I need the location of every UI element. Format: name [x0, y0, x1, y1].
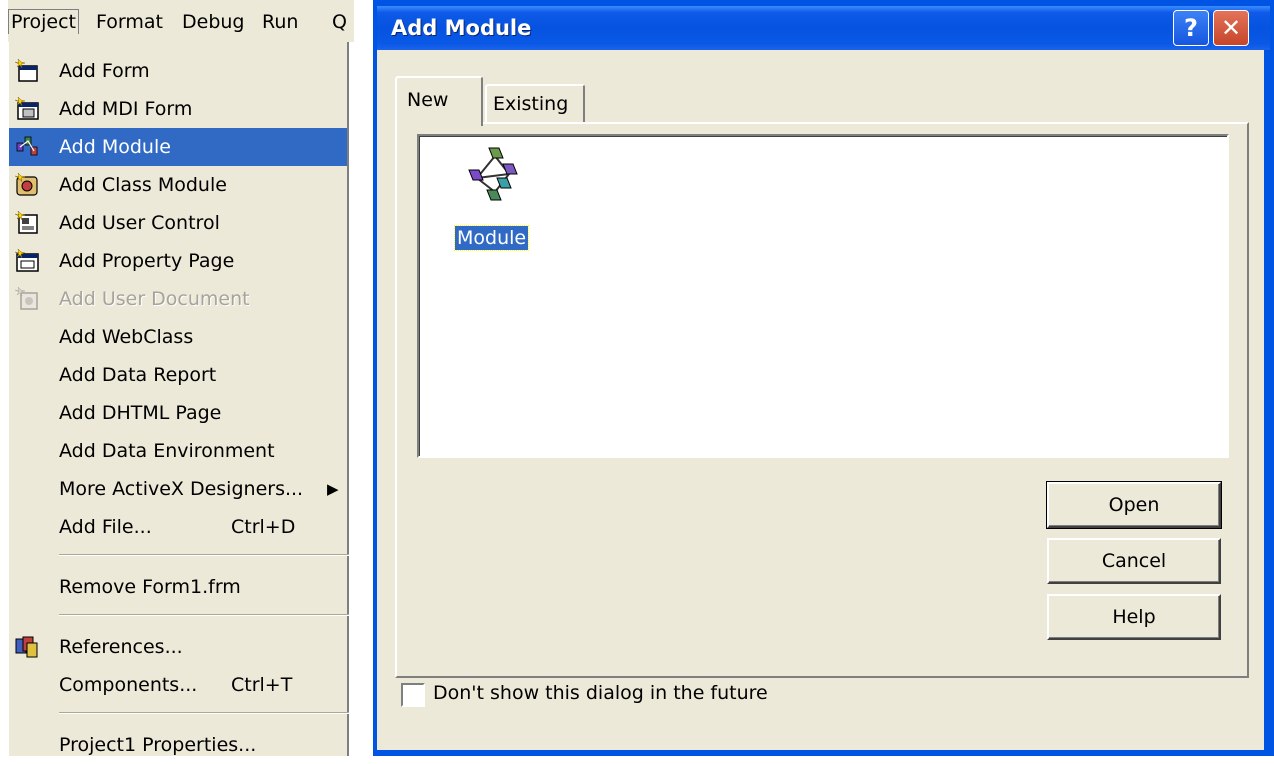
menu-separator — [59, 712, 349, 714]
menu-item-label: Add MDI Form — [59, 98, 193, 120]
tab-new[interactable]: New — [395, 76, 483, 126]
dont-show-checkbox-label[interactable]: Don't show this dialog in the future — [433, 681, 768, 705]
menu-item-label: Add User Control — [59, 212, 220, 234]
menu-item-label: Add Data Environment — [59, 440, 275, 462]
menu-item-label: Add Property Page — [59, 250, 235, 272]
references-icon — [15, 636, 38, 658]
list-item-label: Module — [453, 225, 530, 251]
dialog-titlebar[interactable]: Add Module ? ✕ — [377, 6, 1270, 50]
property-page-icon — [14, 248, 39, 272]
tab-label: Existing — [493, 93, 569, 115]
menu-q[interactable]: Q — [332, 10, 347, 34]
menu-item-label: Add User Document — [59, 288, 250, 310]
menu-item-add-webclass[interactable]: Add WebClass — [9, 318, 347, 356]
tab-existing[interactable]: Existing — [485, 84, 585, 124]
button-label: Help — [1112, 606, 1156, 628]
menu-item-label: More ActiveX Designers... — [59, 478, 304, 500]
menu-item-label: Add File... — [59, 516, 152, 538]
button-label: Open — [1108, 494, 1160, 516]
menu-item-label: Components... — [59, 674, 198, 696]
menu-item-add-data-environment[interactable]: Add Data Environment — [9, 432, 347, 470]
menu-item-project-properties[interactable]: Project1 Properties... — [9, 726, 347, 764]
menu-project[interactable]: Project — [8, 9, 80, 34]
tab-label: New — [407, 89, 449, 111]
menu-item-add-class-module[interactable]: Add Class Module — [9, 166, 347, 204]
menu-item-label: References... — [59, 636, 183, 658]
menu-item-add-module[interactable]: Add Module — [9, 128, 347, 166]
user-document-icon — [14, 286, 38, 310]
menu-item-add-user-document: Add User Document — [9, 280, 347, 318]
menu-item-add-form[interactable]: Add Form — [9, 52, 347, 90]
module-icon — [16, 136, 38, 156]
menu-item-references[interactable]: References... — [9, 628, 347, 666]
cancel-button[interactable]: Cancel — [1047, 538, 1221, 584]
menu-item-label: Add Class Module — [59, 174, 227, 196]
user-control-icon — [14, 210, 38, 234]
menu-bar: Project Format Debug Run Q — [8, 0, 354, 42]
help-button[interactable]: Help — [1047, 594, 1221, 640]
menu-item-label: Add DHTML Page — [59, 402, 222, 424]
menu-item-label: Add Form — [59, 60, 150, 82]
add-module-dialog: Add Module ? ✕ New Existing Module Open … — [373, 0, 1274, 756]
tab-panel: Module Open Cancel Help — [395, 122, 1249, 678]
menu-item-add-file[interactable]: Add File... Ctrl+D — [9, 508, 347, 546]
menu-item-add-data-report[interactable]: Add Data Report — [9, 356, 347, 394]
menu-item-add-mdi-form[interactable]: Add MDI Form — [9, 90, 347, 128]
titlebar-help-button[interactable]: ? — [1173, 10, 1209, 46]
menu-item-label: Add Module — [59, 136, 171, 158]
help-icon: ? — [1184, 14, 1198, 42]
menu-separator — [59, 554, 349, 556]
form-icon — [14, 58, 38, 82]
dont-show-checkbox[interactable] — [401, 683, 425, 707]
project-menu: Add Form Add MDI Form Add Module Add Cla… — [8, 42, 349, 756]
menu-item-add-dhtml-page[interactable]: Add DHTML Page — [9, 394, 347, 432]
menu-item-components[interactable]: Components... Ctrl+T — [9, 666, 347, 704]
menu-item-label: Remove Form1.frm — [59, 576, 241, 598]
menu-item-shortcut: Ctrl+T — [231, 674, 293, 696]
submenu-arrow-icon: ▶ — [327, 480, 339, 498]
titlebar-close-button[interactable]: ✕ — [1213, 10, 1249, 46]
close-icon: ✕ — [1220, 14, 1242, 42]
menu-debug[interactable]: Debug — [182, 10, 244, 34]
module-icon — [468, 147, 518, 201]
menu-item-label: Add WebClass — [59, 326, 194, 348]
menu-item-more-activex-designers[interactable]: More ActiveX Designers... ▶ — [9, 470, 347, 508]
dialog-title: Add Module — [391, 16, 532, 40]
dialog-client: New Existing Module Open Cancel Help Don… — [377, 50, 1264, 750]
button-label: Cancel — [1101, 550, 1167, 572]
menu-item-add-property-page[interactable]: Add Property Page — [9, 242, 347, 280]
class-module-icon — [14, 172, 38, 196]
menu-item-label: Add Data Report — [59, 364, 217, 386]
mdi-form-icon — [14, 96, 39, 120]
menu-item-label: Project1 Properties... — [59, 734, 257, 756]
template-list[interactable]: Module — [417, 134, 1229, 458]
open-button[interactable]: Open — [1046, 481, 1222, 529]
menu-separator — [59, 614, 349, 616]
menu-run[interactable]: Run — [262, 10, 298, 34]
menu-item-add-user-control[interactable]: Add User Control — [9, 204, 347, 242]
menu-item-shortcut: Ctrl+D — [231, 516, 296, 538]
list-item-module[interactable]: Module — [453, 144, 535, 254]
menu-format[interactable]: Format — [96, 10, 163, 34]
menu-item-remove-form[interactable]: Remove Form1.frm — [9, 568, 347, 606]
